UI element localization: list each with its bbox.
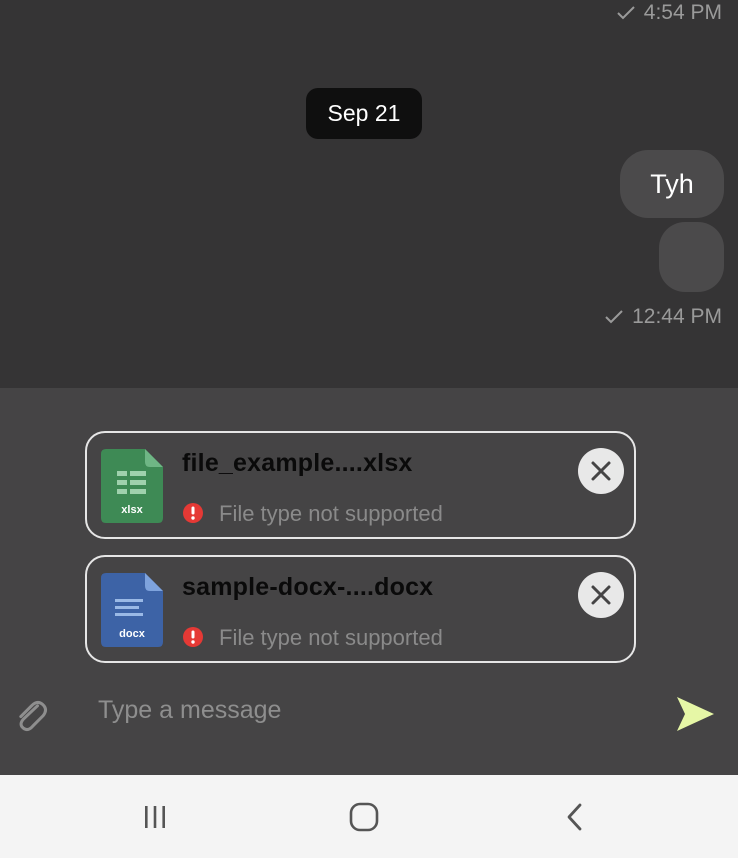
error-icon: [183, 627, 203, 647]
message-bubble[interactable]: [659, 222, 724, 292]
send-icon[interactable]: [674, 693, 716, 735]
document-file-icon: docx: [101, 573, 163, 647]
paperclip-icon[interactable]: [14, 696, 48, 736]
svg-text:xlsx: xlsx: [121, 504, 143, 516]
recent-apps-button[interactable]: [135, 797, 175, 837]
error-icon: [183, 503, 203, 523]
chat-area: 4:54 PM Sep 21 Tyh 12:44 PM: [0, 0, 738, 388]
attachment-error-message: File type not supported: [219, 625, 443, 650]
check-icon: [605, 310, 623, 324]
back-button[interactable]: [555, 797, 595, 837]
attachment-file-name: file_example....xlsx: [182, 449, 413, 477]
svg-text:docx: docx: [119, 628, 146, 640]
date-separator: Sep 21: [306, 88, 422, 139]
back-icon: [567, 803, 582, 831]
attachment-card: xlsx file_example....xlsx File type not …: [85, 431, 636, 539]
recent-apps-icon: [145, 806, 165, 828]
message-bubble[interactable]: Tyh: [620, 150, 724, 218]
remove-attachment-button[interactable]: [578, 572, 624, 618]
spreadsheet-file-icon: xlsx: [101, 449, 163, 523]
message-timestamp: 12:44 PM: [604, 305, 722, 329]
message-input[interactable]: [98, 690, 638, 730]
attachment-card: docx sample-docx-....docx File type not …: [85, 555, 636, 663]
attachment-file-name: sample-docx-....docx: [182, 573, 434, 601]
system-navigation-bar: [0, 775, 738, 858]
message-composer: xlsx file_example....xlsx File type not …: [0, 388, 738, 775]
attachment-error-message: File type not supported: [219, 501, 443, 526]
close-icon: [591, 585, 611, 605]
home-button[interactable]: [344, 797, 384, 837]
close-icon: [591, 461, 611, 481]
check-icon: [617, 6, 635, 20]
remove-attachment-button[interactable]: [578, 448, 624, 494]
message-timestamp: 4:54 PM: [616, 1, 722, 25]
home-icon: [349, 802, 379, 832]
